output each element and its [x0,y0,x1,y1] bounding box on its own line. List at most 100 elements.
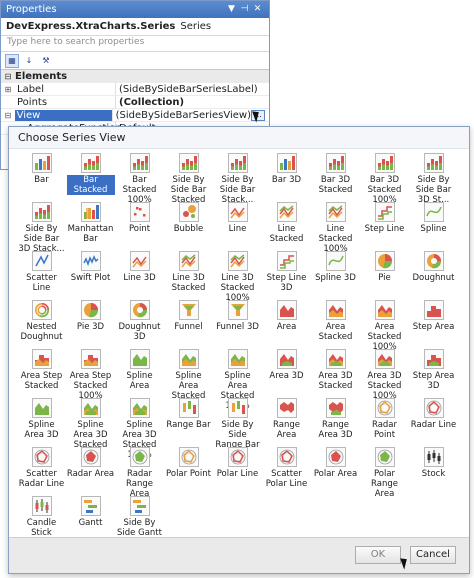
series-view-item[interactable]: Radar Area [66,447,115,496]
series-view-item[interactable]: Range Area 3D [311,398,360,447]
series-view-item[interactable]: Bar [17,153,66,202]
series-view-item[interactable]: Spline 3D [311,251,360,300]
pin-icon[interactable]: ⊣ [238,3,251,16]
series-view-item[interactable]: Polar Line [213,447,262,496]
expand-icon[interactable]: ⊞ [1,85,15,94]
series-view-item[interactable]: Swift Plot [66,251,115,300]
series-view-item[interactable]: Line 3D Stacked 100% [213,251,262,303]
series-view-label: Gantt [78,518,103,528]
series-view-item[interactable]: Polar Point [164,447,213,496]
series-view-item[interactable]: Spline [409,202,458,251]
series-view-item[interactable]: Bar 3D Stacked [311,153,360,202]
series-view-item[interactable]: Polar Area [311,447,360,496]
series-view-item[interactable]: Line Stacked 100% [311,202,360,254]
series-view-item[interactable]: Step Line 3D [262,251,311,300]
series-view-item[interactable]: Bubble [164,202,213,251]
collapse-icon[interactable]: ⊟ [1,111,15,120]
categorized-icon[interactable]: ▦ [5,53,19,68]
object-type: Series [180,21,212,32]
series-view-item[interactable]: Side By Side Bar Stacked [164,153,213,205]
series-view-item[interactable]: Area Stacked [311,300,360,349]
property-row-points[interactable]: Points (Collection) [1,96,269,109]
alphabetical-icon[interactable]: ↓ [22,54,36,68]
series-view-item[interactable]: Spline Area 3D [17,398,66,447]
series-view-item[interactable]: Area Step Stacked 100% [66,349,115,401]
doughnut-3d-icon [129,300,150,320]
series-view-item[interactable]: Point [115,202,164,251]
series-view-item[interactable]: Area 3D Stacked [311,349,360,398]
series-view-item[interactable]: Side By Side Bar 3D Stack... [17,202,66,254]
series-view-item[interactable]: Manhattan Bar [66,202,115,251]
series-view-item[interactable]: Spline Area 3D Stacked [66,398,115,450]
series-view-item[interactable]: Spline Area Stacked [164,349,213,401]
series-view-item[interactable]: Step Area 3D [409,349,458,398]
cancel-button[interactable]: Cancel [410,546,456,564]
search-input[interactable]: Type here to search properties [1,36,269,52]
category-label: Elements [15,70,68,82]
collapse-icon[interactable]: ⊟ [1,72,15,81]
series-view-item[interactable]: Radar Line [409,398,458,447]
side-by-side-bar-stacked-icon [178,153,199,173]
line-3d-stacked-icon [178,251,199,271]
series-view-item[interactable]: Range Area [262,398,311,447]
series-view-item[interactable]: Scatter Line [17,251,66,300]
series-view-item[interactable]: Area Stacked 100% [360,300,409,352]
series-view-label: Area Step Stacked 100% [69,371,112,401]
dropdown-icon[interactable]: ▼ [225,3,238,16]
side-by-side-range-bar-icon [227,398,248,418]
line-stacked-100-icon [325,202,346,222]
series-view-item[interactable]: Side By Side Bar 3D St... [409,153,458,205]
series-view-item[interactable]: Area Step Stacked [17,349,66,398]
series-view-item[interactable]: Spline Area Stacked 100% [213,349,262,411]
series-view-item[interactable]: Pie [360,251,409,300]
series-view-item[interactable]: Step Line [360,202,409,251]
property-value[interactable]: (SideBySideBarSeriesLabel) [115,83,269,95]
series-view-item[interactable]: Line Stacked [262,202,311,251]
object-selector[interactable]: DevExpress.XtraCharts.Series Series [1,18,269,36]
series-view-item[interactable]: Step Area [409,300,458,349]
series-view-item[interactable]: Doughnut 3D [115,300,164,349]
series-view-item[interactable]: Bar Stacked 100% [115,153,164,205]
series-view-label: Range Area 3D [318,420,353,440]
property-row-label[interactable]: ⊞ Label (SideBySideBarSeriesLabel) [1,83,269,96]
series-view-item[interactable]: Spline Area 3D Stacked 100% [115,398,164,460]
series-view-item[interactable]: Radar Range Area [115,447,164,499]
close-icon[interactable]: ✕ [251,3,264,16]
ok-button[interactable]: OK [355,546,401,564]
series-view-item[interactable]: Area 3D [262,349,311,398]
series-view-item[interactable]: Polar Range Area [360,447,409,499]
series-view-label: Bar [34,175,49,185]
properties-title: Properties [6,4,57,15]
point-icon [129,202,150,222]
step-line-3d-icon [276,251,297,271]
series-view-item[interactable]: Pie 3D [66,300,115,349]
series-view-item[interactable]: Funnel [164,300,213,349]
series-view-item[interactable]: Area 3D Stacked 100% [360,349,409,401]
category-elements[interactable]: ⊟ Elements [1,70,269,83]
series-view-item[interactable]: Bar Stacked [66,153,115,202]
series-view-item[interactable]: Area [262,300,311,349]
wrench-icon[interactable]: ⚒ [39,54,53,68]
series-view-item[interactable]: Doughnut [409,251,458,300]
series-view-label: Funnel 3D [216,322,259,332]
series-view-item[interactable]: Range Bar [164,398,213,447]
series-view-item[interactable]: Stock [409,447,458,496]
series-view-label: Radar Line [410,420,457,430]
series-view-item[interactable]: Side By Side Bar Stack... [213,153,262,205]
series-view-item[interactable]: Side By Side Range Bar [213,398,262,450]
series-view-item[interactable]: Radar Point [360,398,409,447]
series-view-item[interactable]: Bar 3D Stacked 100% [360,153,409,205]
series-view-item[interactable]: Bar 3D [262,153,311,202]
property-row-view[interactable]: ⊟ View (SideBySideBarSeriesView) ... [1,109,269,122]
series-view-item[interactable]: Scatter Polar Line [262,447,311,496]
series-view-item[interactable]: Spline Area [115,349,164,398]
series-view-item[interactable]: Line [213,202,262,251]
series-view-item[interactable]: Line 3D Stacked [164,251,213,300]
scatter-polar-line-icon [276,447,297,467]
series-view-item[interactable]: Funnel 3D [213,300,262,349]
series-view-item[interactable]: Nested Doughnut [17,300,66,349]
series-view-item[interactable]: Scatter Radar Line [17,447,66,496]
series-view-item[interactable]: Line 3D [115,251,164,300]
property-value-view[interactable]: (SideBySideBarSeriesView) ... [111,109,269,121]
property-value[interactable]: (Collection) [115,96,269,108]
